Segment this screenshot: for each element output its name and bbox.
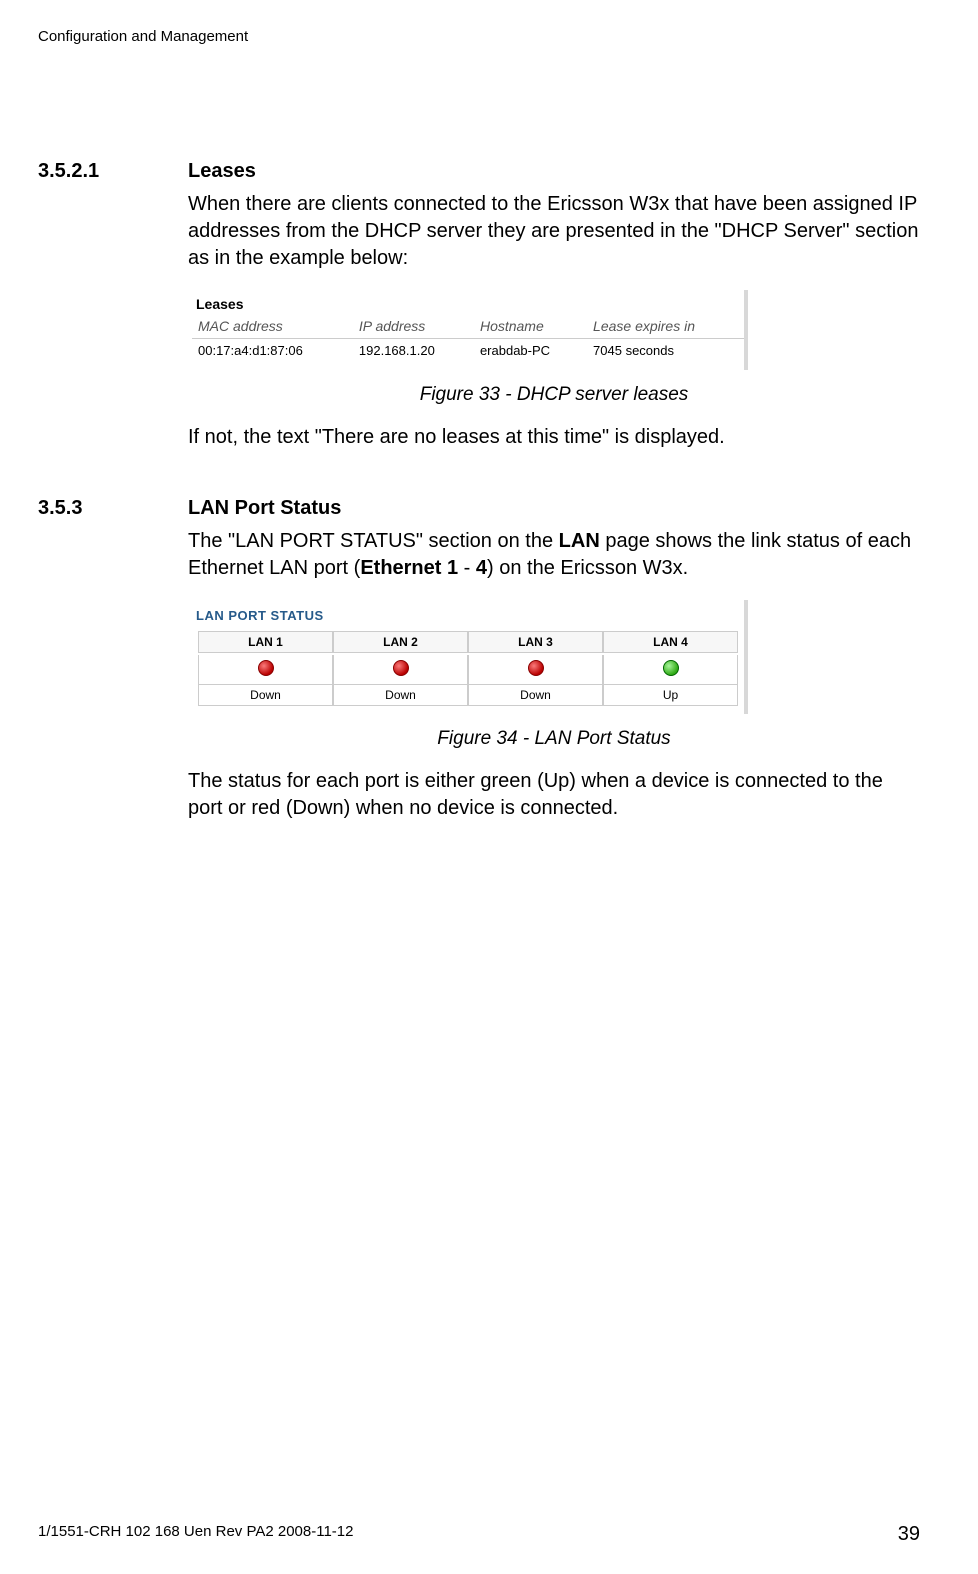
page-number: 39 bbox=[898, 1523, 920, 1546]
section-leases-header: 3.5.2.1 Leases bbox=[38, 160, 920, 183]
figure-dhcp-leases: Leases MAC address IP address Hostname L… bbox=[188, 290, 748, 370]
col-expires: Lease expires in bbox=[587, 314, 744, 339]
cell-expires: 7045 seconds bbox=[587, 339, 744, 363]
bold-lan: LAN bbox=[559, 530, 600, 552]
page-footer: 1/1551-CRH 102 168 Uen Rev PA2 2008-11-1… bbox=[38, 1523, 920, 1546]
lan-col-3: LAN 3 bbox=[468, 631, 603, 653]
text: - bbox=[458, 557, 476, 579]
lan-icon-row bbox=[198, 655, 738, 685]
text: The "LAN PORT STATUS" section on the bbox=[188, 530, 559, 552]
lan-status-heading: LAN PORT STATUS bbox=[192, 604, 744, 631]
cell-mac: 00:17:a4:d1:87:06 bbox=[192, 339, 353, 363]
lan-status-1: Down bbox=[198, 685, 333, 706]
status-down-icon bbox=[393, 660, 409, 676]
page-header: Configuration and Management bbox=[38, 28, 248, 45]
table-header-row: MAC address IP address Hostname Lease ex… bbox=[192, 314, 744, 339]
section-title: Leases bbox=[188, 160, 256, 183]
lan-icon-cell-1 bbox=[198, 655, 333, 685]
status-up-icon bbox=[663, 660, 679, 676]
lan-status-4: Up bbox=[603, 685, 738, 706]
lan-icon-cell-4 bbox=[603, 655, 738, 685]
bold-eth1: Ethernet 1 bbox=[360, 557, 458, 579]
col-mac: MAC address bbox=[192, 314, 353, 339]
page-content: 3.5.2.1 Leases When there are clients co… bbox=[38, 160, 920, 838]
lan-status-3: Down bbox=[468, 685, 603, 706]
section-lanport-para2: The status for each port is either green… bbox=[188, 768, 920, 822]
lan-icon-cell-2 bbox=[333, 655, 468, 685]
col-ip: IP address bbox=[353, 314, 474, 339]
lan-col-1: LAN 1 bbox=[198, 631, 333, 653]
lan-status-2: Down bbox=[333, 685, 468, 706]
section-leases-para1: When there are clients connected to the … bbox=[188, 191, 920, 272]
status-down-icon bbox=[528, 660, 544, 676]
section-number: 3.5.2.1 bbox=[38, 160, 188, 183]
figure-caption-33: Figure 33 - DHCP server leases bbox=[188, 384, 920, 406]
leases-heading: Leases bbox=[192, 294, 744, 314]
text: ) on the Ericsson W3x. bbox=[487, 557, 688, 579]
figure-caption-34: Figure 34 - LAN Port Status bbox=[188, 728, 920, 750]
cell-host: erabdab-PC bbox=[474, 339, 587, 363]
section-lanport-para1: The "LAN PORT STATUS" section on the LAN… bbox=[188, 528, 920, 582]
status-down-icon bbox=[258, 660, 274, 676]
lan-status-row: Down Down Down Up bbox=[198, 685, 738, 706]
section-number: 3.5.3 bbox=[38, 497, 188, 520]
lan-icon-cell-3 bbox=[468, 655, 603, 685]
lan-col-2: LAN 2 bbox=[333, 631, 468, 653]
leases-table: MAC address IP address Hostname Lease ex… bbox=[192, 314, 744, 362]
lan-header-row: LAN 1 LAN 2 LAN 3 LAN 4 bbox=[198, 631, 738, 653]
section-leases-para2: If not, the text "There are no leases at… bbox=[188, 424, 920, 451]
cell-ip: 192.168.1.20 bbox=[353, 339, 474, 363]
table-row: 00:17:a4:d1:87:06 192.168.1.20 erabdab-P… bbox=[192, 339, 744, 363]
lan-col-4: LAN 4 bbox=[603, 631, 738, 653]
section-lanport-header: 3.5.3 LAN Port Status bbox=[38, 497, 920, 520]
section-title: LAN Port Status bbox=[188, 497, 341, 520]
footer-doc-id: 1/1551-CRH 102 168 Uen Rev PA2 2008-11-1… bbox=[38, 1523, 353, 1546]
col-host: Hostname bbox=[474, 314, 587, 339]
bold-4: 4 bbox=[476, 557, 487, 579]
figure-lan-port-status: LAN PORT STATUS LAN 1 LAN 2 LAN 3 LAN 4 … bbox=[188, 600, 748, 714]
